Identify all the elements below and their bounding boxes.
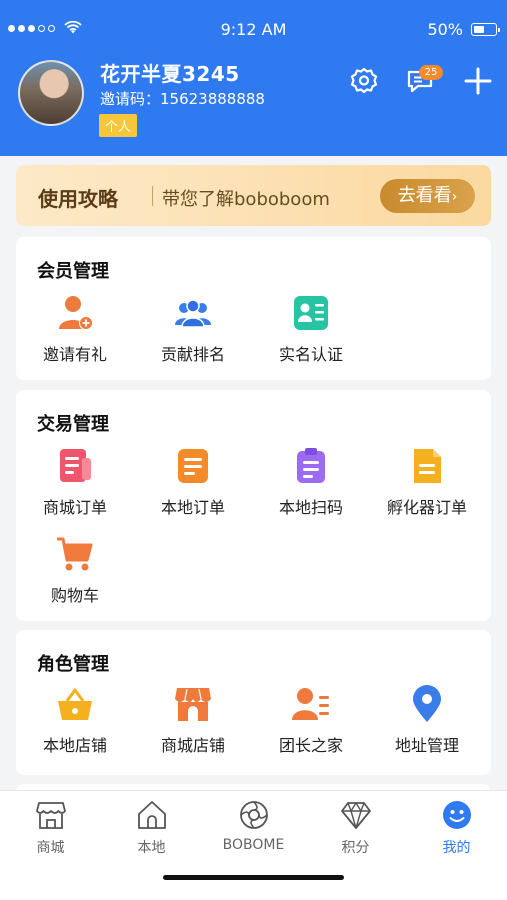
- local-store-item[interactable]: 本地店铺: [16, 684, 134, 756]
- item-label: 本地订单: [160, 498, 225, 517]
- item-label: 团长之家: [278, 736, 343, 755]
- chevron-right-icon: ›: [451, 189, 458, 205]
- tab-local[interactable]: 本地: [101, 799, 202, 857]
- real-name-auth-item[interactable]: 实名认证: [252, 293, 370, 365]
- mall-store-item[interactable]: 商城店铺: [134, 684, 252, 756]
- username: 花开半夏3245: [100, 62, 240, 86]
- diamond-icon: [340, 802, 371, 829]
- tab-points[interactable]: 积分: [305, 799, 406, 857]
- item-label: 商城店铺: [160, 736, 225, 755]
- tab-label: BOBOME: [222, 837, 285, 853]
- item-label: 商城订单: [42, 498, 107, 517]
- tab-mine[interactable]: 我的: [406, 799, 507, 857]
- shop-icon: [35, 802, 66, 829]
- tab-label: 本地: [137, 840, 166, 856]
- leader-icon: [292, 688, 329, 720]
- section-title: 角色管理: [37, 654, 109, 675]
- avatar[interactable]: [18, 60, 84, 126]
- scan-clipboard-icon: [297, 448, 325, 483]
- contribution-ranking-item[interactable]: 贡献排名: [134, 293, 252, 365]
- store-icon: [175, 688, 211, 721]
- banner-title: 使用攻略: [38, 187, 118, 211]
- tab-bobome[interactable]: BOBOME: [202, 799, 305, 853]
- item-label: 本地店铺: [42, 736, 107, 755]
- home-indicator: [163, 875, 344, 880]
- section-title: 交易管理: [37, 414, 109, 435]
- go-see-button[interactable]: 去看看›: [380, 179, 475, 213]
- message-count-badge: 25: [419, 65, 443, 80]
- go-see-label: 去看看: [397, 185, 452, 206]
- battery-icon: [471, 23, 500, 36]
- profile-header: 9:12 AM 50% 花开半夏3245 邀请码：15623888888 个人 …: [0, 0, 507, 156]
- item-label: 本地扫码: [278, 498, 343, 517]
- banner-divider: [152, 186, 153, 206]
- battery-percent: 50%: [427, 20, 463, 39]
- incubator-order-icon: [414, 449, 441, 483]
- invite-user-icon: [59, 296, 93, 330]
- gear-icon[interactable]: [349, 66, 379, 96]
- mall-order-item[interactable]: 商城订单: [16, 446, 134, 518]
- item-label: 贡献排名: [160, 345, 225, 364]
- trade-management-card: 交易管理 商城订单 本地订单 本地扫码 孵化器订单 购物车: [16, 390, 491, 621]
- home-icon: [137, 801, 166, 829]
- tab-label: 商城: [36, 840, 65, 856]
- item-label: 邀请有礼: [42, 345, 107, 364]
- incubator-order-item[interactable]: 孵化器订单: [368, 446, 486, 518]
- invite-gift-item[interactable]: 邀请有礼: [16, 293, 134, 365]
- local-scan-item[interactable]: 本地扫码: [252, 446, 370, 518]
- invite-code: 邀请码：15623888888: [100, 90, 265, 108]
- location-pin-icon: [413, 685, 441, 722]
- bobome-icon: [239, 801, 268, 829]
- leader-home-item[interactable]: 团长之家: [252, 684, 370, 756]
- tab-mall[interactable]: 商城: [0, 799, 101, 857]
- id-card-icon: [294, 296, 328, 330]
- member-management-card: 会员管理 邀请有礼 贡献排名 实名认证: [16, 237, 491, 380]
- smile-icon: [442, 801, 471, 829]
- plus-icon[interactable]: [463, 66, 493, 96]
- item-label: 地址管理: [394, 736, 459, 755]
- cart-icon: [57, 537, 93, 571]
- bottom-tab-bar: 商城 本地 BOBOME 积分 我的: [0, 790, 507, 900]
- item-label: 实名认证: [278, 345, 343, 364]
- account-type-tag: 个人: [99, 114, 138, 137]
- status-bar: 9:12 AM 50%: [0, 0, 507, 58]
- role-management-card: 角色管理 本地店铺 商城店铺 团长之家 地址管理: [16, 630, 491, 775]
- ranking-users-icon: [175, 299, 211, 328]
- item-label: 购物车: [50, 586, 99, 605]
- mall-order-icon: [60, 449, 91, 482]
- section-title: 会员管理: [37, 261, 109, 282]
- tab-label: 我的: [442, 840, 471, 856]
- item-label: 孵化器订单: [386, 498, 467, 517]
- tab-label: 积分: [341, 840, 370, 856]
- guide-banner[interactable]: 使用攻略 带您了解boboboom 去看看›: [16, 165, 491, 226]
- local-order-item[interactable]: 本地订单: [134, 446, 252, 518]
- banner-subtitle: 带您了解boboboom: [162, 189, 330, 210]
- local-order-icon: [178, 449, 208, 483]
- shopping-cart-item[interactable]: 购物车: [16, 534, 134, 606]
- basket-icon: [58, 688, 92, 720]
- address-management-item[interactable]: 地址管理: [368, 684, 486, 756]
